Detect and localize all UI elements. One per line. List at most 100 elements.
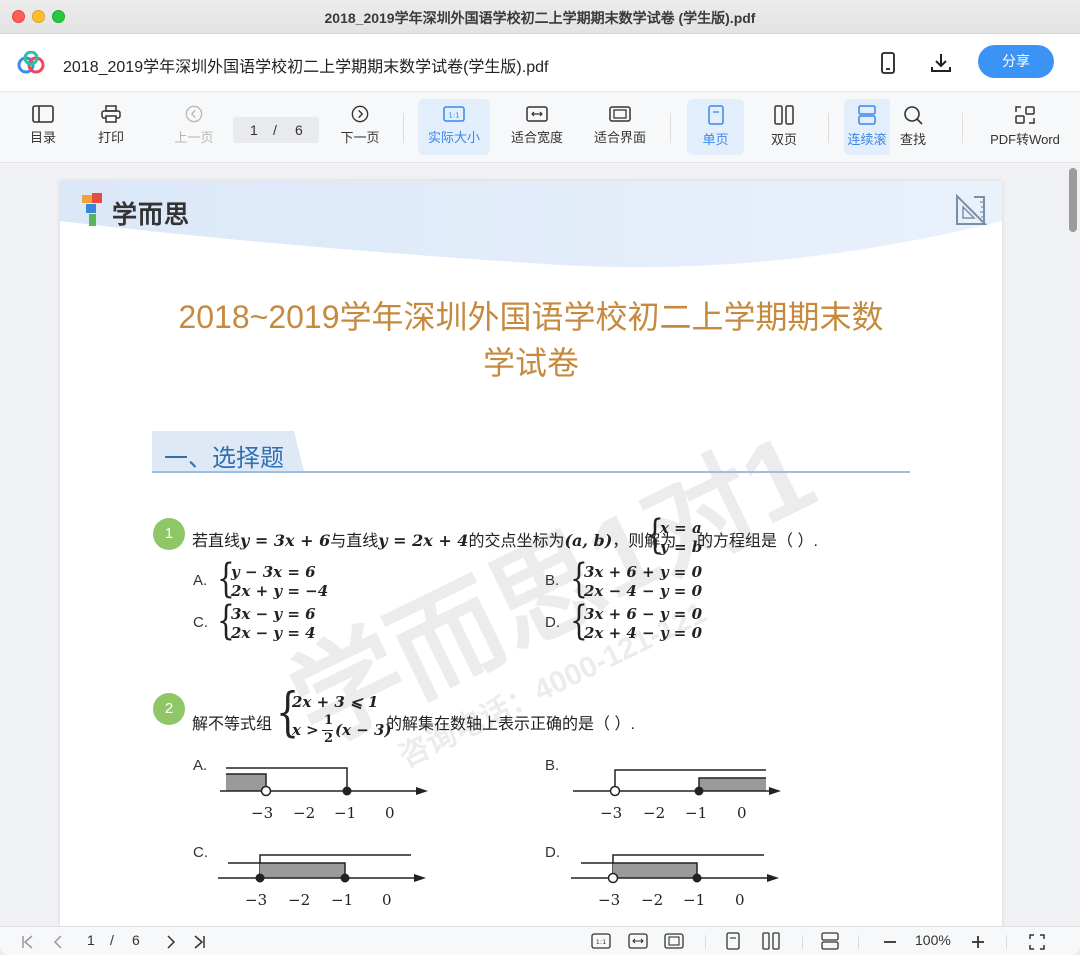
mobile-icon[interactable] — [875, 50, 901, 76]
tick-label: −2 — [293, 804, 316, 822]
single-page-button[interactable]: 单页 — [687, 99, 744, 155]
number-line-d — [571, 854, 779, 884]
fit-page-label: 适合界面 — [593, 130, 646, 145]
toc-button[interactable]: 目录 — [18, 99, 68, 155]
question-1-stem: 若直线y = 3x + 6与直线y = 2x + 4的交点坐标为(a, b)，则… — [192, 527, 676, 551]
actual-size-label: 实际大小 — [427, 130, 480, 145]
toolbar-divider — [828, 113, 829, 143]
q1-math: y = 2x + 4 — [378, 531, 469, 550]
q2-stem-start: 解不等式组 — [192, 716, 273, 733]
document-viewport[interactable]: 学而思 学而思1对1 咨询电话：4000-121-121 2018~2019学年… — [0, 164, 1080, 926]
printer-icon — [101, 105, 121, 123]
page-number-input[interactable]: 1 / 6 — [233, 117, 319, 143]
next-page-icon[interactable] — [163, 934, 179, 950]
page-header-banner — [60, 181, 1002, 268]
tick-label: −3 — [598, 891, 621, 909]
zoom-out-icon[interactable] — [882, 934, 898, 950]
first-page-icon[interactable] — [20, 934, 36, 950]
tick-label: 0 — [737, 804, 747, 822]
continuous-scroll-icon[interactable] — [820, 932, 840, 950]
q2-system-line: 2x + 3 ⩽ 1 — [292, 693, 379, 711]
download-icon[interactable] — [928, 50, 954, 76]
q2-system-line: x > — [292, 721, 319, 739]
option-line: 2x − 4 − y = 0 — [584, 582, 703, 600]
option-line: y − 3x = 6 — [231, 563, 316, 581]
status-divider — [802, 935, 803, 949]
number-line-b — [573, 769, 781, 797]
option-line: 3x + 6 + y = 0 — [584, 563, 703, 581]
svg-text:1:1: 1:1 — [596, 938, 606, 946]
tick-label: −1 — [334, 804, 357, 822]
toolbar-divider — [403, 113, 404, 143]
ruler-triangle-icon — [956, 193, 988, 225]
fullscreen-icon[interactable] — [1028, 933, 1046, 951]
app-logo-icon — [17, 51, 45, 74]
option-label: B. — [545, 572, 560, 589]
zoom-level[interactable]: 100% — [915, 932, 951, 948]
section-title: 一、选择题 — [164, 445, 284, 472]
double-page-label: 双页 — [770, 132, 797, 147]
search-button[interactable]: 查找 — [890, 99, 936, 155]
q2-option-a-numberline[interactable]: −3 −2 −1 0 — [220, 766, 440, 822]
document-title: 2018_2019学年深圳外国语学校初二上学期期末数学试卷(学生版).pdf — [63, 59, 549, 76]
actual-size-button[interactable]: 1:1 实际大小 — [418, 99, 490, 155]
chevron-left-circle-icon — [185, 105, 203, 123]
fit-width-button[interactable]: 适合宽度 — [503, 99, 571, 155]
q2-option-d-numberline[interactable]: −3 −2 −1 0 — [571, 853, 791, 909]
prev-page-button[interactable]: 上一页 — [166, 99, 222, 155]
double-page-icon — [774, 105, 794, 125]
chevron-right-circle-icon — [351, 105, 369, 123]
prev-page-icon[interactable] — [50, 934, 66, 950]
title-bar: 2018_2019学年深圳外国语学校初二上学期期末数学试卷 (学生版).pdf — [0, 0, 1080, 34]
fraction-denominator: 2 — [324, 731, 334, 746]
option-label: A. — [193, 572, 208, 589]
status-divider — [858, 935, 859, 949]
status-current-page[interactable]: 1 — [87, 932, 95, 948]
pdf-to-word-button[interactable]: PDF转Word — [982, 99, 1068, 155]
last-page-icon[interactable] — [191, 934, 207, 950]
tick-label: 0 — [735, 891, 745, 909]
fit-page-icon — [609, 106, 631, 122]
q2-option-b-numberline[interactable]: −3 −2 −1 0 — [573, 766, 793, 822]
double-page-icon[interactable] — [761, 932, 781, 950]
zoom-in-icon[interactable] — [970, 934, 986, 950]
share-button[interactable]: 分享 — [978, 45, 1054, 78]
actual-size-icon[interactable]: 1:1 — [591, 933, 611, 949]
toolbar-divider — [962, 113, 963, 143]
status-page-separator: / — [110, 932, 114, 948]
status-divider — [1006, 935, 1007, 949]
print-label: 打印 — [97, 130, 124, 145]
fit-page-icon[interactable] — [664, 933, 684, 949]
q1-math: y = 3x + 6 — [240, 531, 331, 550]
brand-name: 学而思 — [112, 201, 191, 229]
current-page: 1 — [250, 122, 258, 138]
header-bar: 2018_2019学年深圳外国语学校初二上学期期末数学试卷(学生版).pdf 分… — [0, 34, 1080, 92]
option-line: 2x + 4 − y = 0 — [584, 624, 703, 642]
q1-system-line: y = b — [660, 538, 703, 556]
fit-width-icon[interactable] — [628, 933, 648, 949]
continuous-scroll-icon — [858, 105, 876, 125]
option-label: D. — [545, 844, 560, 861]
q1-text: 若直线 — [192, 533, 241, 550]
vertical-scrollbar[interactable] — [1066, 164, 1080, 926]
tick-label: −2 — [643, 804, 666, 822]
toolbar: 目录 打印 上一页 1 / 6 下一页 1:1 实际大小 适合宽度 适合界面 单… — [0, 93, 1080, 163]
next-page-button[interactable]: 下一页 — [332, 99, 388, 155]
fit-page-button[interactable]: 适合界面 — [586, 99, 654, 155]
actual-size-icon: 1:1 — [443, 106, 465, 122]
brand-logo-icon — [82, 193, 102, 226]
q1-text: 的交点坐标为 — [468, 533, 565, 550]
double-page-button[interactable]: 双页 — [758, 99, 810, 155]
print-button[interactable]: 打印 — [86, 99, 136, 155]
single-page-icon[interactable] — [725, 932, 741, 950]
status-divider — [705, 935, 706, 949]
single-page-icon — [707, 105, 724, 125]
option-label: A. — [193, 757, 208, 774]
option-line: 2x + y = −4 — [231, 582, 329, 600]
status-total-pages: 6 — [132, 932, 140, 948]
option-label: D. — [545, 614, 560, 631]
window-title: 2018_2019学年深圳外国语学校初二上学期期末数学试卷 (学生版).pdf — [324, 10, 756, 26]
scrollbar-thumb[interactable] — [1069, 168, 1077, 232]
continuous-scroll-button[interactable]: 连续滚 — [844, 99, 890, 155]
q2-option-c-numberline[interactable]: −3 −2 −1 0 — [218, 853, 438, 909]
